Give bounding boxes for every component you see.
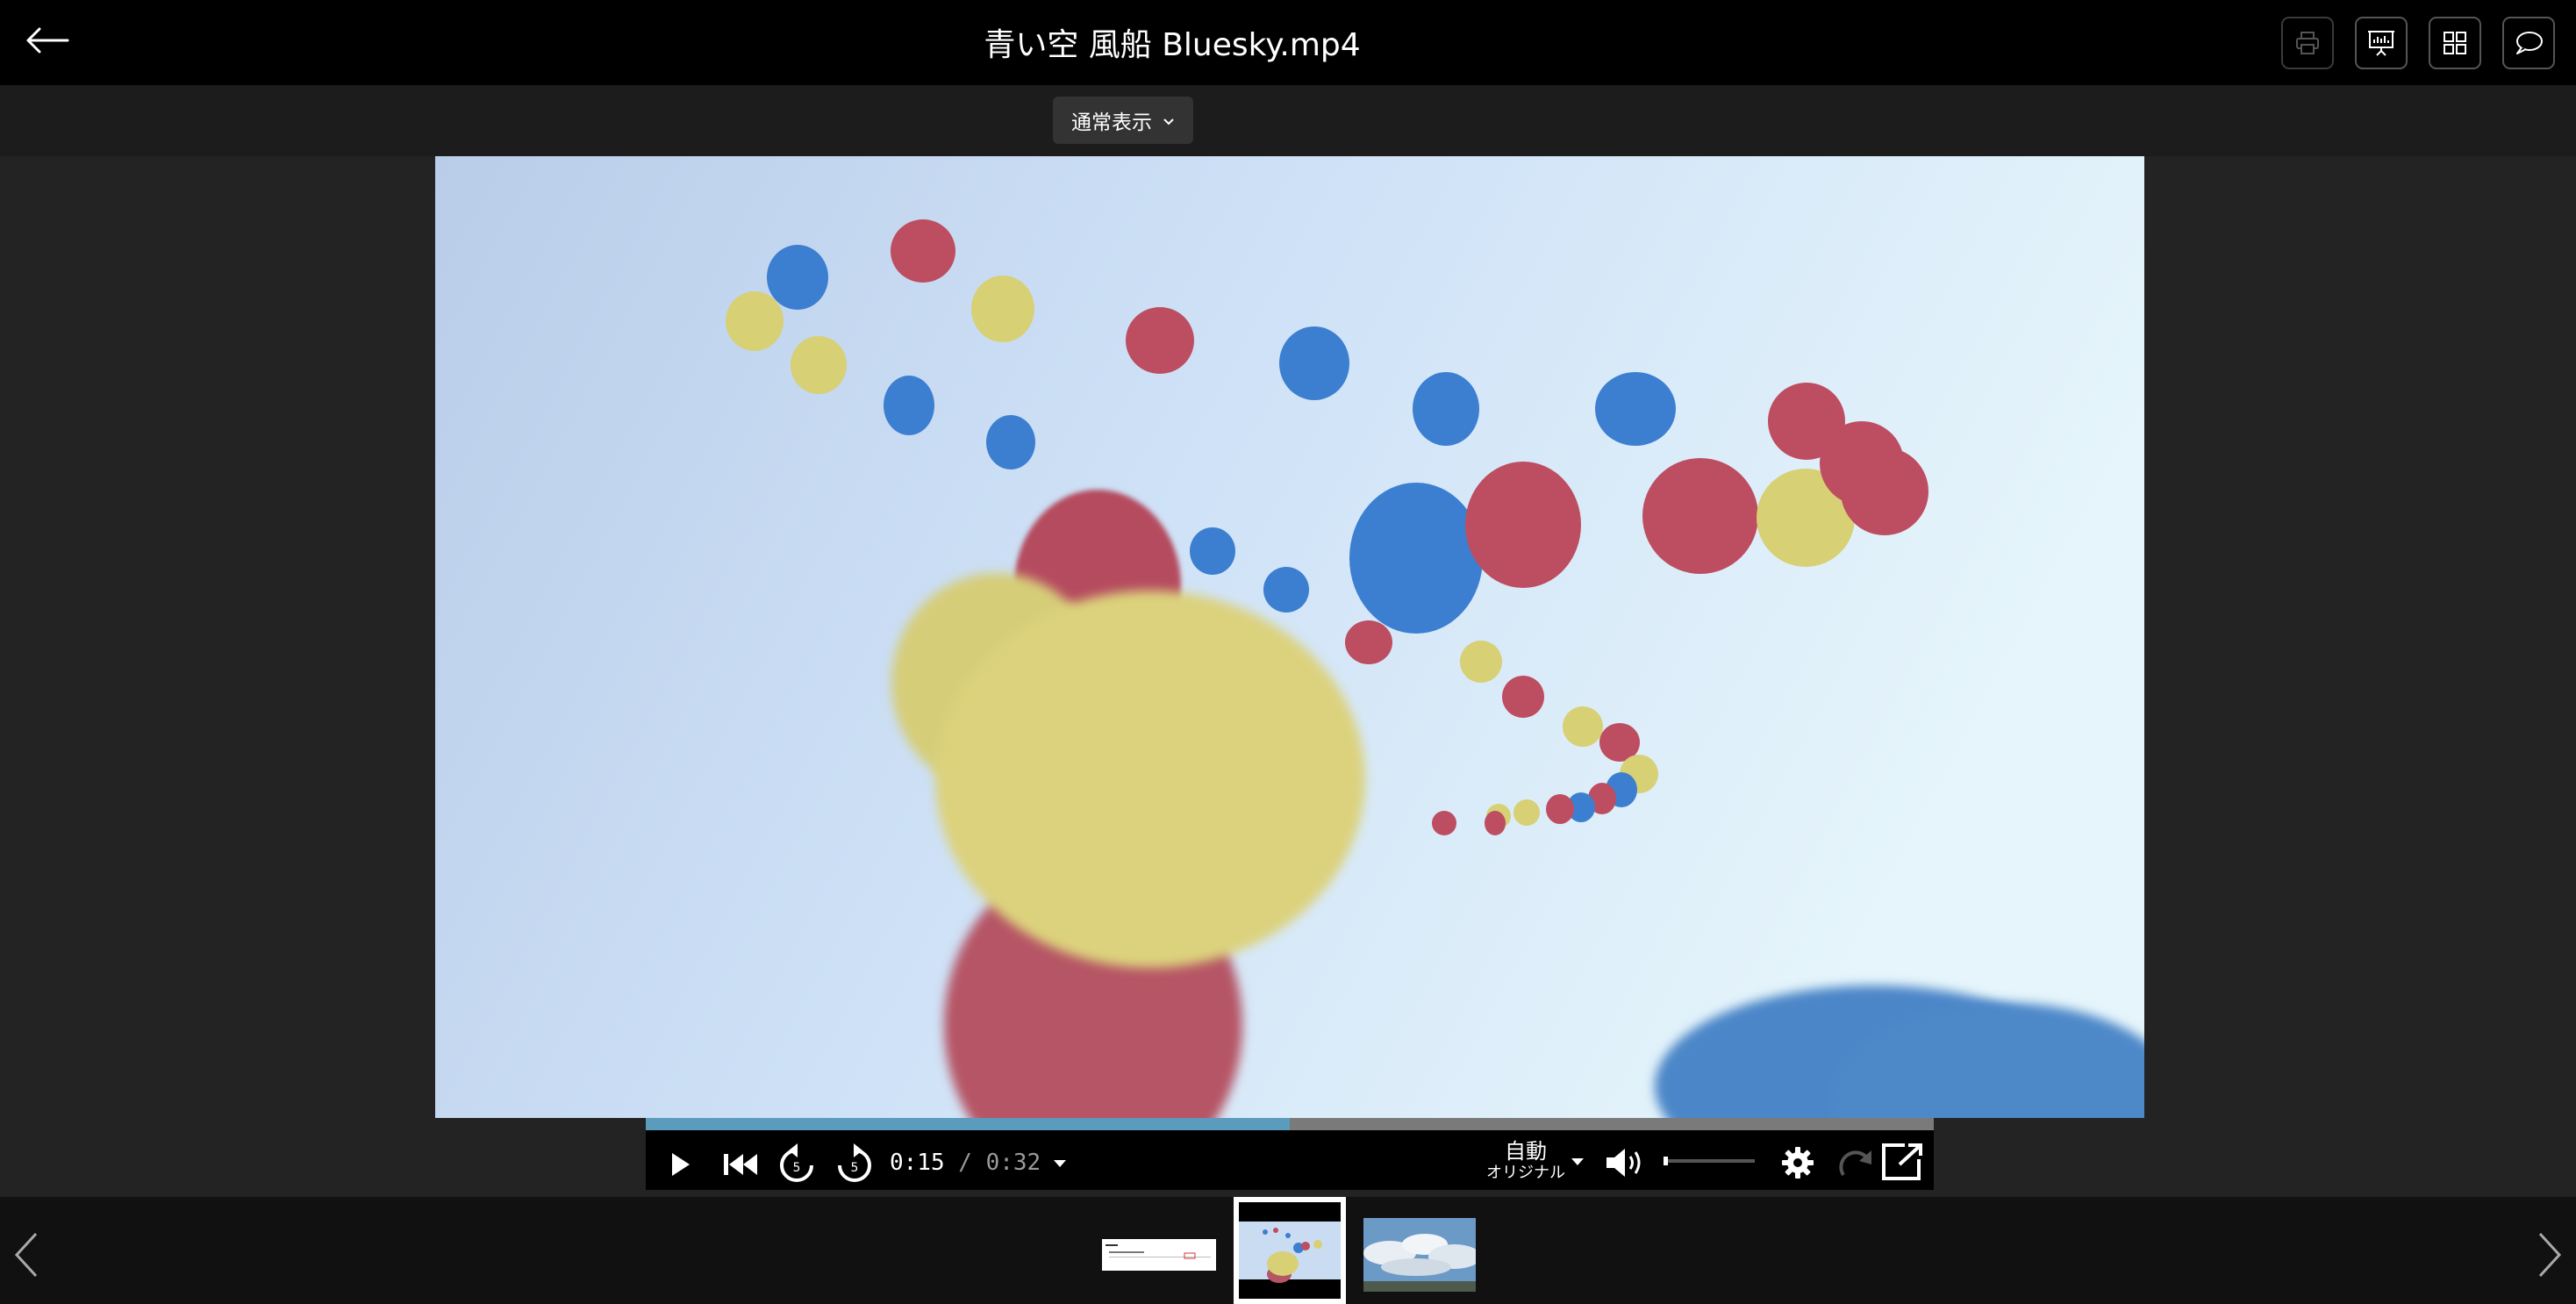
rewind-icon: 5 — [780, 1143, 813, 1182]
header-bar: 青い空 風船 Bluesky.mp4 — [0, 0, 2576, 85]
duration: 0:32 — [985, 1150, 1041, 1176]
rewind-5-button[interactable]: 5 — [772, 1139, 821, 1188]
chevron-left-icon — [14, 1232, 38, 1278]
presentation-icon — [2368, 31, 2394, 56]
thumbnail-document-image — [1102, 1239, 1216, 1271]
seek-bar-progress — [646, 1118, 1290, 1130]
speech-bubble-icon — [2516, 32, 2543, 54]
seek-bar[interactable] — [646, 1118, 1934, 1130]
next-file-button[interactable] — [2532, 1230, 2567, 1279]
skip-back-icon — [724, 1154, 757, 1175]
external-link-icon — [1882, 1143, 1922, 1180]
thumbnail-current-video[interactable] — [1234, 1197, 1346, 1304]
time-separator: / — [958, 1150, 972, 1176]
caret-down-icon — [1054, 1160, 1066, 1167]
svg-text:5: 5 — [793, 1161, 801, 1175]
thumbnail-video-image — [1239, 1202, 1341, 1299]
mute-button[interactable] — [1602, 1143, 1649, 1183]
quality-mode: 自動 — [1505, 1139, 1547, 1164]
skip-to-start-button[interactable] — [716, 1143, 765, 1186]
quality-selector[interactable]: 自動 オリジナル — [1478, 1139, 1574, 1183]
video-frame[interactable] — [435, 156, 2144, 1118]
thumbnail-document[interactable] — [1102, 1239, 1216, 1271]
video-image — [435, 156, 2144, 1118]
toolbar: 通常表示 — [0, 85, 2576, 156]
fast-forward-icon: 5 — [838, 1143, 871, 1182]
video-controls: 5 5 0:15 / 0:32 自動 オリジナル — [646, 1118, 1934, 1190]
redo-button[interactable] — [1837, 1143, 1878, 1183]
previous-file-button[interactable] — [9, 1230, 44, 1279]
quality-sub: オリジナル — [1486, 1164, 1565, 1182]
print-button[interactable] — [2281, 17, 2334, 69]
filmstrip — [0, 1197, 2576, 1304]
play-button[interactable] — [658, 1143, 702, 1186]
grid-view-button[interactable] — [2429, 17, 2481, 69]
volume-slider[interactable] — [1664, 1157, 1755, 1165]
settings-button[interactable] — [1778, 1143, 1818, 1183]
volume-level — [1664, 1157, 1669, 1165]
forward-5-button[interactable]: 5 — [830, 1139, 879, 1188]
view-mode-select[interactable]: 通常表示 — [1053, 97, 1193, 144]
viewer-stage: 5 5 0:15 / 0:32 自動 オリジナル — [0, 156, 2576, 1197]
thumbnail-sky-image[interactable] — [1363, 1218, 1476, 1292]
volume-icon — [1606, 1149, 1641, 1177]
caret-down-icon — [1571, 1158, 1584, 1165]
play-icon — [672, 1153, 690, 1176]
presentation-button[interactable] — [2355, 17, 2408, 69]
printer-icon — [2296, 32, 2319, 54]
svg-text:5: 5 — [851, 1161, 859, 1175]
page-title: 青い空 風船 Bluesky.mp4 — [984, 27, 1361, 63]
chevron-down-icon — [1163, 109, 1175, 132]
comment-button[interactable] — [2502, 17, 2555, 69]
thumbnail-sky-picture — [1363, 1218, 1476, 1292]
time-format-dropdown[interactable] — [1048, 1151, 1072, 1176]
quality-dropdown[interactable] — [1567, 1151, 1588, 1172]
time-display: 0:15 / 0:32 — [890, 1150, 1041, 1176]
open-external-button[interactable] — [1878, 1139, 1927, 1185]
current-time: 0:15 — [890, 1150, 945, 1176]
view-mode-label: 通常表示 — [1071, 111, 1152, 134]
redo-icon — [1839, 1150, 1871, 1177]
chevron-right-icon — [2538, 1232, 2562, 1278]
gear-icon — [1782, 1147, 1814, 1179]
grid-icon — [2444, 32, 2466, 54]
